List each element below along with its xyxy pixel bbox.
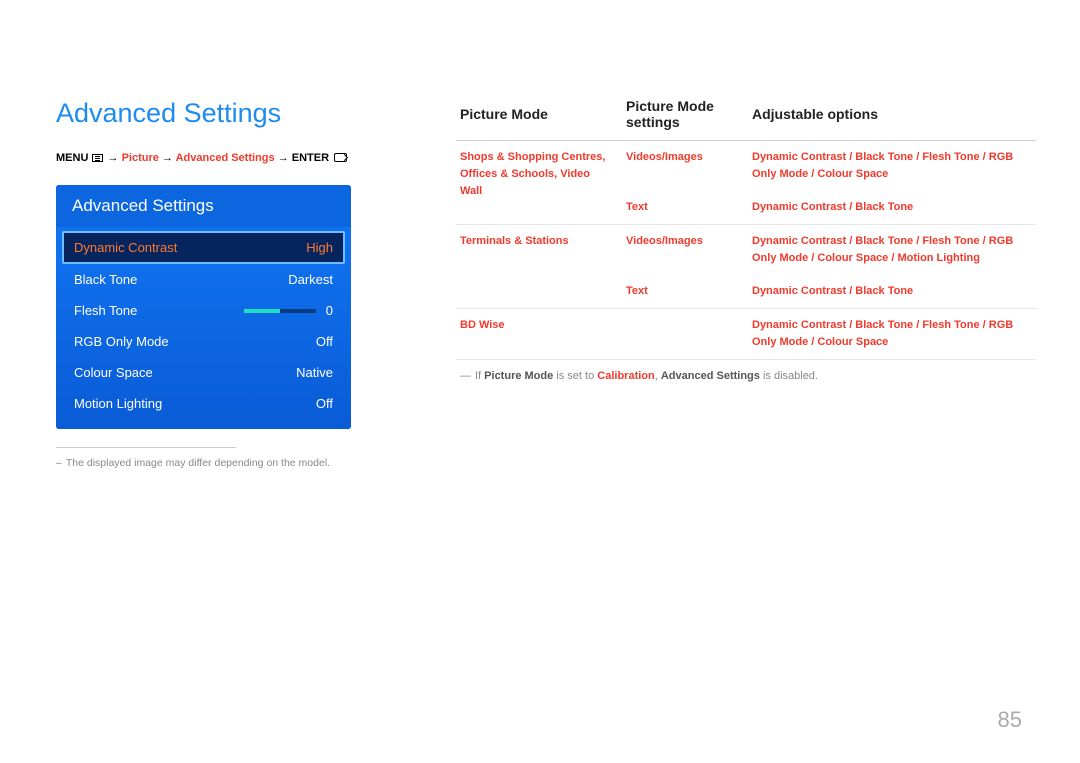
osd-value: Off [316, 334, 333, 349]
osd-label: Black Tone [74, 272, 137, 287]
breadcrumb: MENU → Picture → Advanced Settings → ENT… [56, 151, 411, 165]
osd-row-rgb-only-mode[interactable]: RGB Only Mode Off [62, 326, 345, 357]
cell-setting: Text [626, 285, 648, 297]
cell-setting: Videos/Images [626, 151, 703, 163]
th-adjustable-options: Adjustable options [748, 98, 1036, 141]
cell-setting: Videos/Images [626, 235, 703, 247]
breadcrumb-arrow-2: → [162, 152, 173, 164]
osd-value: Native [296, 365, 333, 380]
cell-options: Dynamic Contrast / Black Tone [752, 285, 913, 297]
note-suffix: is disabled. [760, 370, 818, 382]
table-row: Shops & Shopping Centres, Offices & Scho… [456, 141, 1036, 192]
osd-row-dynamic-contrast[interactable]: Dynamic Contrast High [62, 231, 345, 264]
cell-options: Dynamic Contrast / Black Tone / Flesh To… [752, 151, 1013, 180]
options-table: Picture Mode Picture Mode settings Adjus… [456, 98, 1036, 360]
osd-label: RGB Only Mode [74, 334, 169, 349]
page-title: Advanced Settings [56, 98, 411, 129]
cell-setting: Text [626, 201, 648, 213]
th-picture-mode-settings: Picture Mode settings [622, 98, 748, 141]
dash-icon: – [56, 457, 62, 469]
breadcrumb-arrow-1: → [108, 152, 119, 164]
osd-panel: Advanced Settings Dynamic Contrast High … [56, 185, 351, 429]
cell-options: Dynamic Contrast / Black Tone [752, 201, 913, 213]
osd-label: Flesh Tone [74, 303, 137, 318]
menu-icon [92, 154, 103, 162]
osd-value: Darkest [288, 272, 333, 287]
table-header-row: Picture Mode Picture Mode settings Adjus… [456, 98, 1036, 141]
note-picture-mode: Picture Mode [484, 370, 553, 382]
osd-row-colour-space[interactable]: Colour Space Native [62, 357, 345, 388]
page-number: 85 [998, 707, 1022, 733]
table-row: BD Wise Dynamic Contrast / Black Tone / … [456, 309, 1036, 360]
cell-options: Dynamic Contrast / Black Tone / Flesh To… [752, 235, 1013, 264]
note-calibration: Calibration [597, 370, 654, 382]
breadcrumb-enter-label: ENTER [292, 152, 329, 164]
table-row: Terminals & Stations Videos/Images Dynam… [456, 225, 1036, 276]
osd-value: Off [316, 396, 333, 411]
right-column: Picture Mode Picture Mode settings Adjus… [456, 98, 1036, 382]
breadcrumb-arrow-3: → [278, 152, 289, 164]
page: Advanced Settings MENU → Picture → Advan… [0, 0, 1080, 763]
osd-row-flesh-tone[interactable]: Flesh Tone 0 [62, 295, 345, 326]
osd-header: Advanced Settings [56, 185, 351, 227]
osd-row-black-tone[interactable]: Black Tone Darkest [62, 264, 345, 295]
left-column: Advanced Settings MENU → Picture → Advan… [56, 98, 411, 472]
divider [56, 447, 236, 448]
note-advanced-settings: Advanced Settings [661, 370, 760, 382]
osd-label: Motion Lighting [74, 396, 162, 411]
note-mid: is set to [553, 370, 597, 382]
footnote: –The displayed image may differ dependin… [56, 456, 411, 472]
breadcrumb-picture: Picture [122, 152, 159, 164]
dash-icon: ― [460, 370, 471, 382]
enter-icon [334, 153, 347, 162]
osd-label: Colour Space [74, 365, 153, 380]
osd-value: 0 [326, 303, 333, 318]
breadcrumb-menu-label: MENU [56, 152, 88, 164]
cell-picture-mode: Terminals & Stations [460, 235, 569, 247]
osd-body: Dynamic Contrast High Black Tone Darkest… [56, 227, 351, 429]
osd-value: High [306, 240, 333, 255]
calibration-note: ―If Picture Mode is set to Calibration, … [456, 360, 1036, 382]
cell-options: Dynamic Contrast / Black Tone / Flesh To… [752, 319, 1013, 348]
breadcrumb-advanced-settings: Advanced Settings [176, 152, 275, 164]
note-prefix: If [475, 370, 484, 382]
osd-label: Dynamic Contrast [74, 240, 177, 255]
slider-icon [244, 309, 316, 313]
th-picture-mode: Picture Mode [456, 98, 622, 141]
osd-row-motion-lighting[interactable]: Motion Lighting Off [62, 388, 345, 419]
cell-picture-mode: Shops & Shopping Centres, Offices & Scho… [460, 151, 605, 197]
footnote-text: The displayed image may differ depending… [66, 457, 330, 469]
cell-picture-mode: BD Wise [460, 319, 505, 331]
